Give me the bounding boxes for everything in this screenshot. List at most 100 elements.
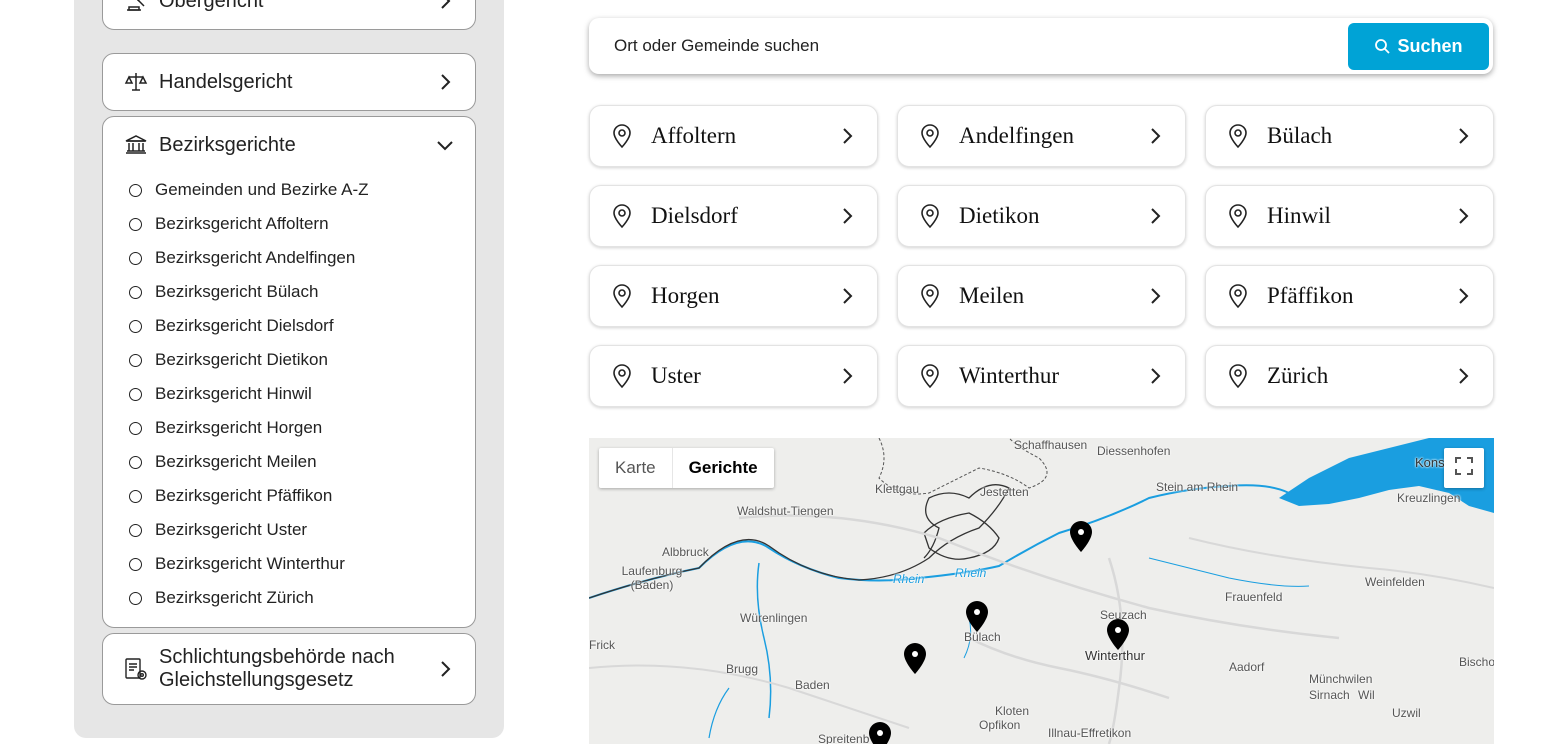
nav-row-handelsgericht[interactable]: Handelsgericht [103, 54, 475, 110]
district-name: Andelfingen [959, 123, 1074, 148]
map-place-label: Kreuzlingen [1397, 491, 1461, 505]
chevron-right-icon [841, 207, 857, 225]
court-marker[interactable] [902, 641, 928, 675]
circle-icon [129, 217, 142, 231]
location-pin-icon [920, 282, 942, 310]
map-place-label: Kloten [995, 704, 1030, 718]
court-marker[interactable] [1068, 519, 1094, 553]
nav-label-line1: Schlichtungsbehörde nach [159, 646, 395, 668]
district-tile-affoltern[interactable]: Affoltern [589, 105, 878, 167]
district-tile-pfaeffikon[interactable]: Pfäffikon [1205, 265, 1494, 327]
search-button[interactable]: Suchen [1348, 22, 1489, 70]
list-item[interactable]: Bezirksgericht Horgen [129, 411, 475, 445]
search-input[interactable] [589, 18, 1348, 74]
location-pin-icon [1228, 202, 1250, 230]
list-item[interactable]: Bezirksgericht Hinwil [129, 377, 475, 411]
nav-label-bezirksgerichte: Bezirksgerichte [159, 133, 296, 156]
location-pin-icon [920, 202, 942, 230]
district-tile-meilen[interactable]: Meilen [897, 265, 1186, 327]
fullscreen-button[interactable] [1444, 448, 1484, 488]
district-name: Affoltern [651, 123, 737, 148]
nav-row-schlichtung[interactable]: Schlichtungsbehörde nach Gleichstellungs… [103, 634, 475, 704]
district-tile-dietikon[interactable]: Dietikon [897, 185, 1186, 247]
chevron-right-icon [435, 72, 455, 92]
district-name: Zürich [1267, 363, 1329, 388]
map-place-label: Waldshut-Tiengen [737, 504, 834, 518]
district-name: Meilen [959, 283, 1025, 308]
district-name: Pfäffikon [1267, 283, 1354, 308]
nav-label-handelsgericht: Handelsgericht [159, 70, 293, 93]
map-place-label: Jestetten [980, 485, 1029, 499]
search-icon [1374, 38, 1391, 54]
district-tile-hinwil[interactable]: Hinwil [1205, 185, 1494, 247]
list-item[interactable]: Bezirksgericht Bülach [129, 275, 475, 309]
location-pin-icon [612, 202, 634, 230]
district-tile-winterthur[interactable]: Winterthur [897, 345, 1186, 407]
map-place-label: Frauenfeld [1225, 590, 1283, 604]
list-item[interactable]: Bezirksgericht Dietikon [129, 343, 475, 377]
list-item[interactable]: Gemeinden und Bezirke A-Z [129, 173, 475, 207]
district-tile-andelfingen[interactable]: Andelfingen [897, 105, 1186, 167]
nav-row-bezirksgerichte[interactable]: Bezirksgerichte [103, 117, 475, 173]
list-item[interactable]: Bezirksgericht Winterthur [129, 547, 475, 581]
list-item[interactable]: Bezirksgericht Uster [129, 513, 475, 547]
circle-icon [129, 455, 142, 469]
court-marker[interactable] [1105, 617, 1131, 651]
district-name: Bülach [1267, 123, 1333, 148]
district-tile-uster[interactable]: Uster [589, 345, 878, 407]
list-item[interactable]: Bezirksgericht Pfäffikon [129, 479, 475, 513]
map-toggle-karte[interactable]: Karte [599, 448, 672, 488]
list-item[interactable]: Bezirksgericht Andelfingen [129, 241, 475, 275]
list-item[interactable]: Bezirksgericht Dielsdorf [129, 309, 475, 343]
map-toggle-gerichte[interactable]: Gerichte [671, 448, 774, 488]
map-place-label: Baden [795, 678, 830, 692]
map-place-label: Würenlingen [740, 611, 808, 625]
district-tile-horgen[interactable]: Horgen [589, 265, 878, 327]
circle-icon [129, 319, 142, 333]
location-pin-icon [612, 122, 634, 150]
nav-card-obergericht[interactable]: Obergericht [102, 0, 476, 30]
map-place-label: Schaffhausen [1014, 438, 1088, 452]
location-pin-icon [1228, 122, 1250, 150]
circle-icon [129, 557, 142, 571]
chevron-right-icon [1457, 367, 1473, 385]
list-item[interactable]: Bezirksgericht Affoltern [129, 207, 475, 241]
location-pin-icon [612, 362, 634, 390]
district-name: Winterthur [959, 363, 1059, 388]
list-item[interactable]: Bezirksgericht Zürich [129, 581, 475, 615]
circle-icon [129, 353, 142, 367]
nav-card-handelsgericht[interactable]: Handelsgericht [102, 53, 476, 111]
court-marker[interactable] [867, 720, 893, 744]
list-item[interactable]: Bezirksgericht Meilen [129, 445, 475, 479]
district-tile-buelach[interactable]: Bülach [1205, 105, 1494, 167]
map-place-label: Opfikon [979, 718, 1021, 732]
circle-icon [129, 251, 142, 265]
map-place-label: Uzwil [1392, 706, 1421, 720]
location-pin-icon [1228, 282, 1250, 310]
district-name: Hinwil [1267, 203, 1331, 228]
map-type-toggle: Karte Gerichte [599, 448, 774, 488]
map-place-label: Illnau-Effretikon [1048, 726, 1132, 740]
chevron-right-icon [1457, 207, 1473, 225]
district-tile-zuerich[interactable]: Zürich [1205, 345, 1494, 407]
circle-icon [129, 183, 142, 197]
circle-icon [129, 285, 142, 299]
map[interactable]: Schaffhausen Diessenhofen Klettgau Jeste… [589, 438, 1494, 744]
nav-card-schlichtung[interactable]: Schlichtungsbehörde nach Gleichstellungs… [102, 633, 476, 705]
map-place-label: Brugg [726, 662, 759, 676]
chevron-right-icon [435, 0, 455, 11]
map-place-label: Weinfelden [1365, 575, 1425, 589]
map-place-label: Bischo [1459, 655, 1494, 669]
circle-icon [129, 421, 142, 435]
district-name: Dielsdorf [651, 203, 738, 228]
document-gear-icon [123, 656, 149, 682]
bezirksgerichte-list: Gemeinden und Bezirke A-Z Bezirksgericht… [103, 173, 475, 623]
map-place-label: Münchwilen [1309, 672, 1373, 686]
nav-row-obergericht[interactable]: Obergericht [103, 0, 475, 29]
location-pin-icon [920, 122, 942, 150]
district-tile-dielsdorf[interactable]: Dielsdorf [589, 185, 878, 247]
court-marker[interactable] [964, 599, 990, 633]
map-place-label: Wil [1358, 688, 1375, 702]
map-place-label: Laufenburg (Baden) [621, 564, 683, 592]
circle-icon [129, 591, 142, 605]
